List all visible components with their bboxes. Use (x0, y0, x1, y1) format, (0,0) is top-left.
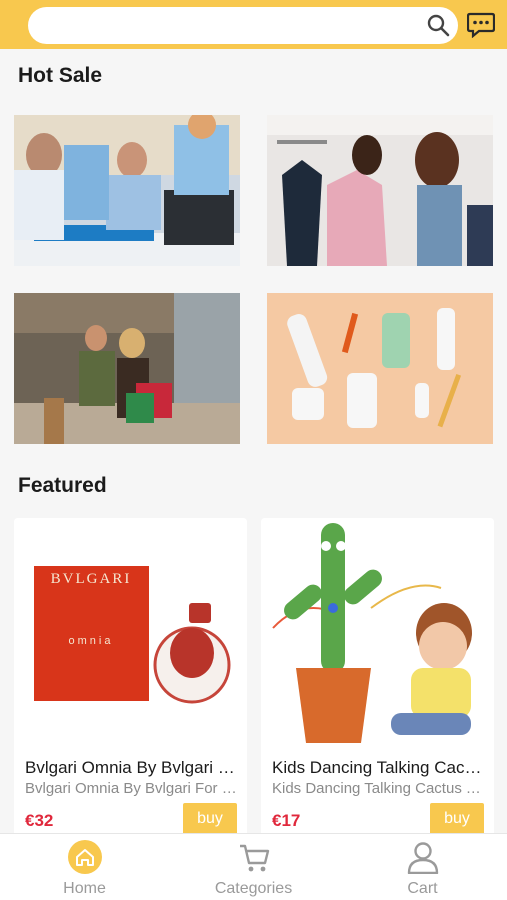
user-icon[interactable] (406, 840, 440, 874)
product-name[interactable]: Bvlgari Omnia By Bvlgari For Women (25, 758, 237, 778)
product-image[interactable] (261, 518, 494, 753)
product-card[interactable]: BVLGARI omnia Bvlgari Omnia By Bvlgari F… (14, 518, 247, 838)
tab-categories[interactable]: Categories (169, 834, 338, 900)
bottom-tab-bar: Home Categories Cart (0, 833, 507, 900)
search-input[interactable] (28, 7, 458, 44)
featured-title: Featured (18, 474, 107, 497)
product-subtitle: Bvlgari Omnia By Bvlgari For Women (25, 780, 237, 797)
product-price: €17 (272, 811, 301, 830)
tab-home[interactable]: Home (0, 834, 169, 900)
product-card[interactable]: Kids Dancing Talking Cactus Toy Kids Dan… (261, 518, 494, 838)
brand-text: BVLGARI (51, 571, 132, 587)
tab-cart-label: Cart (407, 880, 438, 897)
hot-sale-tile-electronics[interactable] (14, 115, 240, 266)
tab-home-label: Home (63, 880, 106, 897)
tab-cart[interactable]: Cart (338, 834, 507, 900)
chat-icon[interactable] (467, 12, 495, 38)
product-text: omnia (69, 635, 114, 647)
hot-sale-tile-personal-care[interactable] (267, 293, 493, 444)
hot-sale-title: Hot Sale (18, 64, 103, 87)
buy-button[interactable]: buy (430, 803, 484, 835)
top-bar (0, 0, 507, 49)
hot-sale-tile-fashion[interactable] (267, 115, 493, 266)
product-price: €32 (25, 811, 54, 830)
cart-icon[interactable] (237, 840, 271, 874)
tab-categories-label: Categories (214, 880, 293, 897)
buy-button[interactable]: buy (183, 803, 237, 835)
hot-sale-tile-shopping[interactable] (14, 293, 240, 444)
home-icon[interactable] (68, 840, 102, 874)
product-subtitle: Kids Dancing Talking Cactus Toy (272, 780, 484, 797)
product-image[interactable]: BVLGARI omnia (14, 518, 247, 753)
search-icon[interactable] (426, 13, 450, 37)
product-name[interactable]: Kids Dancing Talking Cactus Toy (272, 758, 484, 778)
